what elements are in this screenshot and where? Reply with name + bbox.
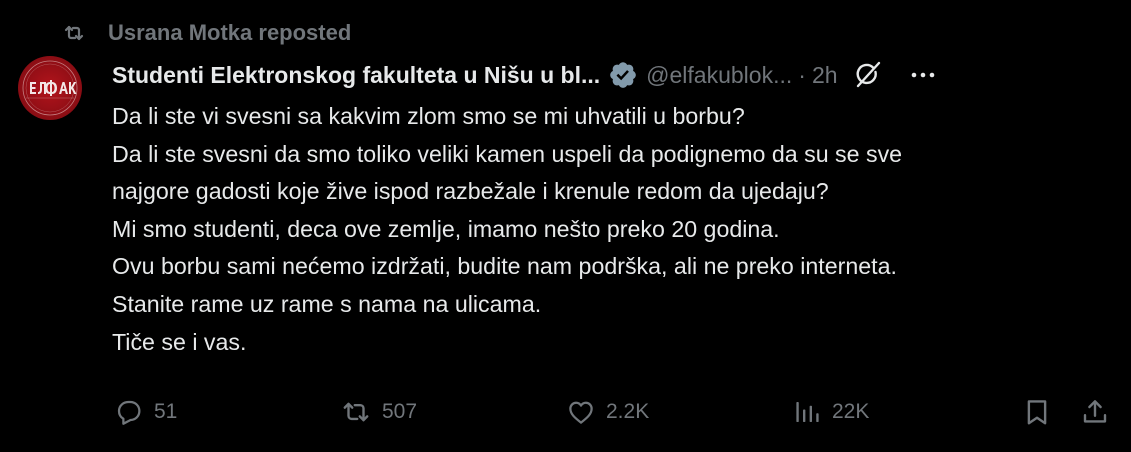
repost-count: 507 bbox=[382, 400, 418, 423]
reply-button[interactable]: 51 bbox=[114, 392, 177, 432]
tweet-line: Da li ste svesni da smo toliko veliki ka… bbox=[112, 140, 903, 167]
views-count: 22K bbox=[832, 400, 870, 423]
tweet-line: Ovu borbu sami nećemo izdržati, budite n… bbox=[112, 253, 897, 280]
tweet-line: najgore gadosti koje žive ispod razbežal… bbox=[112, 178, 829, 205]
reply-count: 51 bbox=[154, 400, 178, 423]
share-icon bbox=[1083, 400, 1107, 423]
bookmark-button[interactable] bbox=[1022, 392, 1052, 432]
views-icon bbox=[796, 402, 819, 422]
share-button[interactable] bbox=[1080, 392, 1110, 432]
repost-label: Usrana Motka reposted bbox=[108, 20, 352, 45]
like-button[interactable]: 2.2K bbox=[566, 392, 649, 432]
elfak-logo bbox=[22, 60, 78, 116]
tweet-text: Da li ste vi svesni sa kakvim zlom smo s… bbox=[112, 98, 1112, 361]
repost-icon bbox=[343, 402, 369, 422]
reply-icon bbox=[117, 400, 141, 425]
display-name[interactable]: Studenti Elektronskog fakulteta u Nišu u… bbox=[112, 62, 600, 89]
repost-icon bbox=[62, 21, 86, 45]
tweet-line: Tiče se i vas. bbox=[112, 328, 247, 355]
tweet-line: Mi smo studenti, deca ove zemlje, imamo … bbox=[112, 215, 780, 242]
more-icon[interactable] bbox=[908, 60, 938, 90]
repost-indicator[interactable]: Usrana Motka reposted bbox=[62, 18, 351, 48]
verified-badge-icon[interactable] bbox=[608, 60, 638, 90]
timestamp[interactable]: 2h bbox=[812, 62, 838, 89]
handle[interactable]: @elfakublok... bbox=[646, 62, 792, 89]
views-button[interactable]: 22K bbox=[792, 392, 869, 432]
grok-icon[interactable] bbox=[852, 59, 884, 91]
bookmark-icon bbox=[1027, 400, 1047, 425]
tweet-header: Studenti Elektronskog fakulteta u Nišu u… bbox=[112, 58, 1113, 92]
repost-button[interactable]: 507 bbox=[340, 392, 417, 432]
tweet-line: Da li ste vi svesni sa kakvim zlom smo s… bbox=[112, 103, 745, 129]
avatar[interactable] bbox=[18, 56, 82, 120]
action-bar: 51 507 2.2K 22K bbox=[112, 392, 1112, 432]
like-count: 2.2K bbox=[606, 400, 650, 423]
separator: · bbox=[798, 61, 806, 88]
heart-icon bbox=[569, 401, 593, 424]
tweet-line: Stanite rame uz rame s nama na ulicama. bbox=[112, 290, 542, 317]
